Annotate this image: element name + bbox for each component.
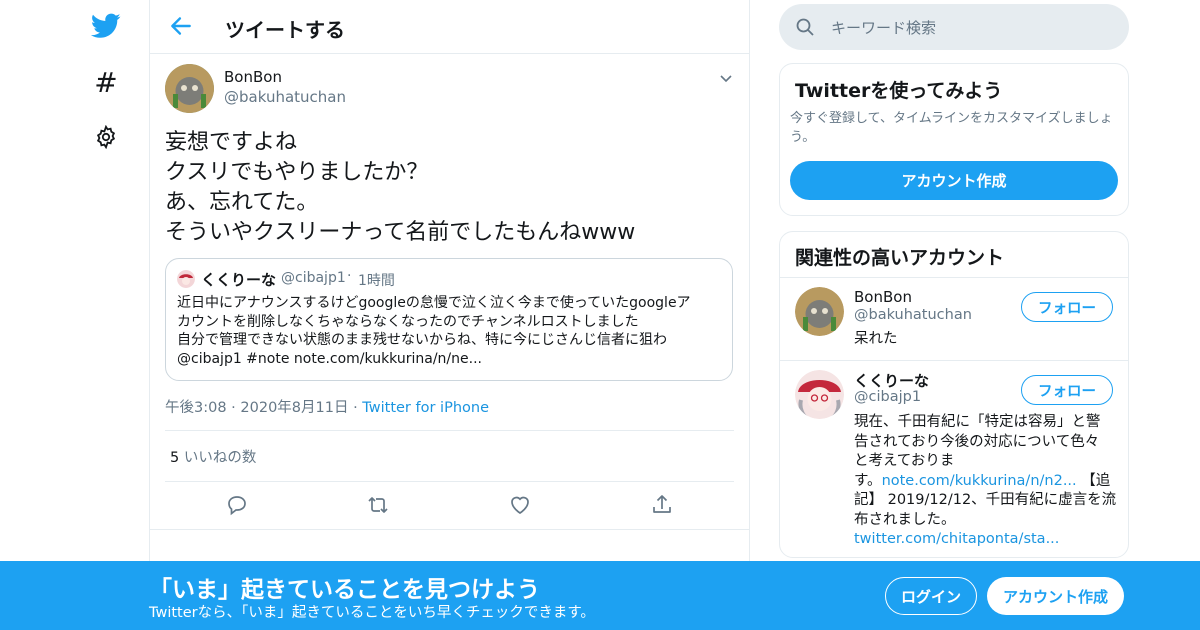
quote-line: 自分で管理できない状態のまま残せないからね、特に今にじさんじ信者に狙わ	[177, 332, 667, 348]
bio-text: す。	[854, 472, 882, 489]
banner-subtitle: Twitterなら、「いま」起きていることをいち早くチェックできます。	[149, 605, 595, 621]
author-handle[interactable]: @bakuhatuchan	[224, 88, 346, 106]
related-avatar[interactable]	[795, 370, 844, 419]
search-input[interactable]	[829, 4, 1113, 52]
tweet-line: クスリでもやりましたか？	[165, 160, 429, 185]
signup-card-description: 今すぐ登録して、タイムラインをカスタマイズしましょ う。	[790, 109, 1113, 147]
like-count-label: いいねの数	[183, 450, 257, 466]
reply-icon[interactable]	[225, 493, 249, 517]
related-account-handle[interactable]: @bakuhatuchan	[854, 307, 972, 323]
follow-button[interactable]: フォロー	[1021, 292, 1113, 322]
quote-separator: ·	[347, 268, 352, 284]
quote-text: 近日中にアナウンスするけどgoogleの怠慢で泣く泣く今まで使っていたgoogl…	[177, 294, 722, 368]
bio-link[interactable]: twitter.com/chitaponta/sta...	[854, 530, 1119, 550]
divider	[780, 277, 1128, 278]
quote-author-handle: @cibajp1	[281, 270, 346, 286]
divider	[165, 481, 734, 482]
signup-card: Twitterを使ってみよう 今すぐ登録して、タイムラインをカスタマイズしましょ…	[779, 63, 1129, 216]
share-icon[interactable]	[650, 493, 674, 517]
related-account-bio: 現在、千田有紀に「特定は容易」と警 告されており今後の対応について色々 と考えて…	[854, 413, 1119, 550]
bio-line: と考えておりま	[854, 453, 955, 469]
tweet-line: あ、忘れてた。	[165, 190, 319, 215]
bio-line: 告されており今後の対応について色々	[854, 433, 1100, 450]
bio-line: 布されました。	[854, 511, 956, 528]
quote-time: 1時間	[358, 273, 395, 289]
quote-author-name: くくりーな	[201, 271, 277, 289]
back-arrow-icon[interactable]	[168, 13, 194, 39]
retweet-icon[interactable]	[366, 493, 390, 517]
meta-separator: ·	[353, 400, 358, 416]
signup-card-title: Twitterを使ってみよう	[795, 80, 1003, 102]
related-accounts-card: 関連性の高いアカウント BonBon @bakuhatuchan フォロー 呆れ…	[779, 231, 1129, 558]
search-icon	[795, 17, 815, 41]
follow-button[interactable]: フォロー	[1021, 375, 1113, 405]
twitter-bird-icon[interactable]	[88, 8, 124, 44]
signup-desc-line: う。	[790, 130, 816, 145]
divider	[150, 529, 749, 530]
tweet-line: 妄想ですよね	[165, 130, 298, 155]
hashtag-icon[interactable]: #	[88, 64, 124, 100]
bio-line: 現在、千田有紀に「特定は容易」と警	[854, 414, 1101, 430]
banner-title: 「いま」起きていることを見つけよう	[149, 577, 540, 603]
tweet-source-link[interactable]: Twitter for iPhone	[362, 400, 489, 416]
quote-line: カウントを削除しなくちゃならなくなったのでチャンネルロストしました	[177, 313, 639, 330]
page-header: ツイートする	[150, 0, 749, 54]
meta-separator: ·	[231, 400, 236, 416]
tweet-text: 妄想ですよね クスリでもやりましたか？ あ、忘れてた。 そういやクスリーナって名…	[165, 128, 735, 248]
tweet-date[interactable]: 2020年8月11日	[240, 400, 348, 416]
main-column: ツイートする BonBon @bakuhatuchan 妄想ですよね クスリでも…	[149, 0, 750, 630]
login-button[interactable]: ログイン	[885, 577, 977, 615]
like-heart-icon[interactable]	[508, 493, 532, 517]
quote-avatar	[177, 270, 195, 288]
like-count-value: 5	[170, 450, 180, 466]
related-account-handle[interactable]: @cibajp1	[854, 389, 921, 405]
author-name[interactable]: BonBon	[224, 68, 282, 86]
author-avatar[interactable]	[165, 64, 214, 113]
chevron-down-icon[interactable]	[718, 70, 734, 86]
bio-link[interactable]: note.com/kukkurina/n/n2...	[882, 473, 1077, 489]
signup-desc-line: 今すぐ登録して、タイムラインをカスタマイズしましょ	[790, 111, 1113, 126]
bio-text: 【追	[1076, 472, 1111, 489]
tweet-line: そういやクスリーナって名前でしたもんねwww	[165, 220, 636, 245]
bio-line: 記】 2019/12/12、千田有紀に虚言を流	[854, 492, 1117, 508]
quoted-tweet[interactable]: くくりーな @cibajp1 · 1時間 近日中にアナウンスするけどgoogle…	[165, 258, 733, 381]
divider	[780, 360, 1128, 361]
page-title: ツイートする	[225, 18, 345, 42]
related-account-bio: 呆れた	[854, 331, 898, 347]
divider	[165, 430, 734, 431]
bio-line: す。note.com/kukkurina/n/n2... 【追	[854, 472, 1119, 492]
related-accounts-title: 関連性の高いアカウント	[795, 247, 1005, 269]
signup-banner: 「いま」起きていることを見つけよう Twitterなら、「いま」起きていることを…	[0, 561, 1200, 630]
create-account-button[interactable]: アカウント作成	[790, 161, 1118, 200]
related-avatar[interactable]	[795, 287, 844, 336]
search-box	[779, 4, 1129, 52]
quote-line: @cibajp1 #note note.com/kukkurina/n/ne..…	[177, 350, 482, 367]
quote-line: 近日中にアナウンスするけどgoogleの怠慢で泣く泣く今まで使っていたgoogl…	[177, 295, 691, 311]
tweet-time[interactable]: 午後3:08	[165, 400, 227, 416]
banner-create-account-button[interactable]: アカウント作成	[987, 577, 1124, 615]
gear-icon[interactable]	[88, 119, 124, 155]
likes-count[interactable]: 5 いいねの数	[170, 446, 256, 467]
related-account-name[interactable]: BonBon	[854, 288, 912, 306]
related-account-name[interactable]: くくりーな	[854, 370, 929, 391]
tweet-meta: 午後3:08 · 2020年8月11日 · Twitter for iPhone	[165, 396, 489, 417]
